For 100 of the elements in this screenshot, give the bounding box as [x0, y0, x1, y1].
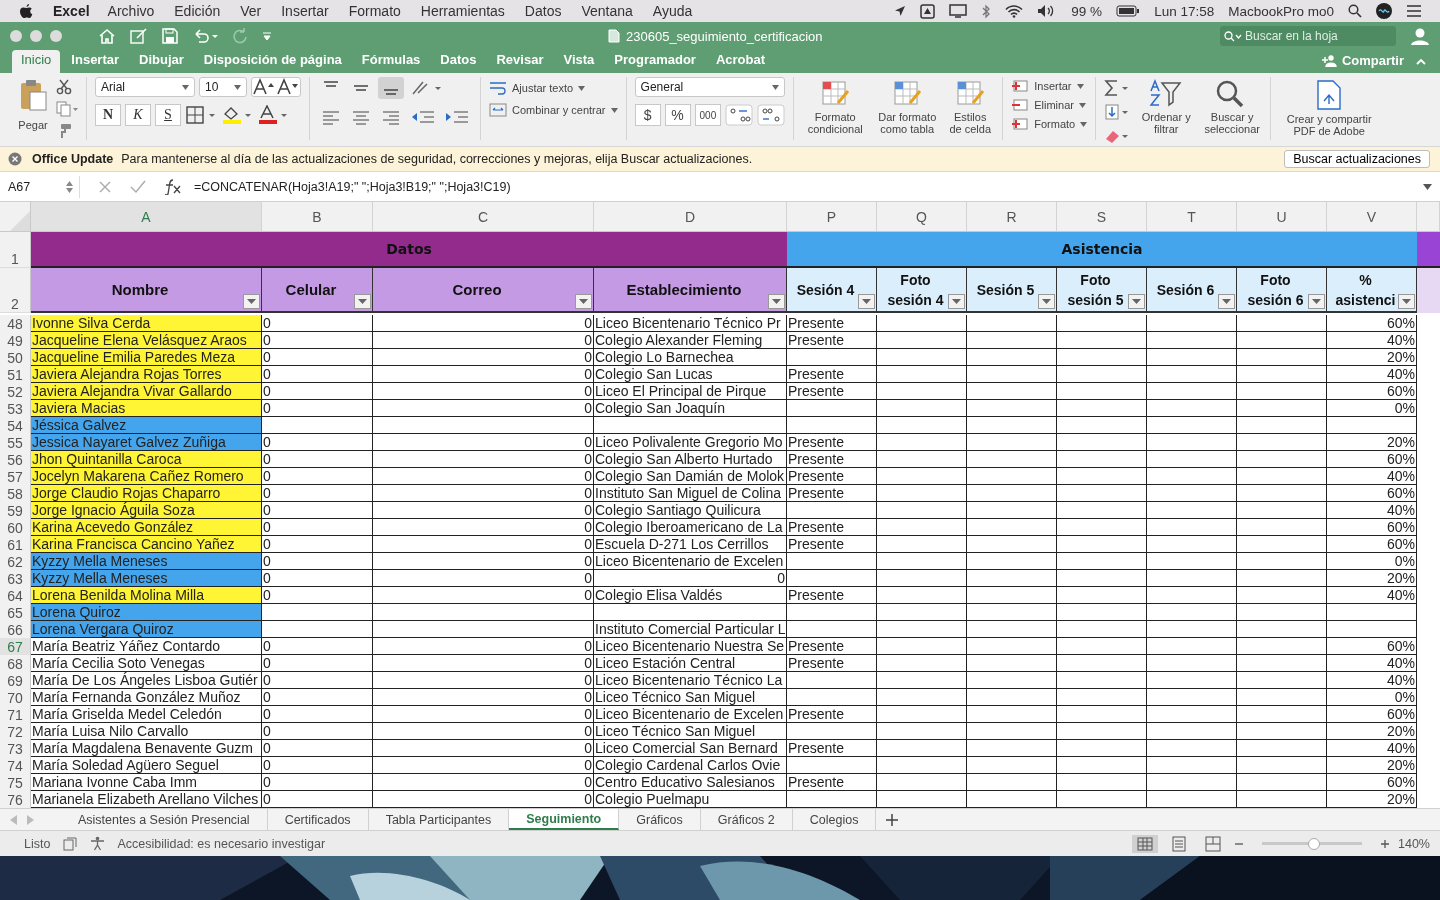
add-sheet-icon[interactable]: [886, 813, 899, 826]
number-format-button[interactable]: $: [634, 104, 661, 126]
font-size-field[interactable]: 10: [199, 77, 247, 97]
column-header[interactable]: B: [262, 202, 373, 231]
row-header[interactable]: 75: [0, 774, 31, 791]
expand-icon[interactable]: [1423, 183, 1432, 190]
menu-bar-clock[interactable]: Lun 17:58: [1154, 3, 1215, 19]
app-menu[interactable]: Excel: [53, 3, 90, 19]
row-header[interactable]: 65: [0, 604, 31, 621]
menu-item[interactable]: Archivo: [107, 3, 155, 19]
paste-button[interactable]: Pegar: [16, 77, 50, 133]
wifi-icon[interactable]: [1005, 4, 1024, 18]
filter-dropdown-icon[interactable]: [858, 294, 875, 309]
align-bottom-icon[interactable]: [378, 77, 404, 99]
font-style-button[interactable]: S: [155, 104, 181, 126]
battery-icon[interactable]: [1116, 5, 1141, 17]
row-header[interactable]: 51: [0, 366, 31, 383]
sort-filter-button[interactable]: Ordenar y filtrar: [1136, 77, 1197, 137]
row-header[interactable]: 52: [0, 383, 31, 400]
row-header[interactable]: 1: [0, 232, 31, 268]
row-header[interactable]: 54: [0, 417, 31, 434]
close-icon[interactable]: [8, 152, 22, 166]
edit-icon[interactable]: [130, 28, 148, 44]
row-header[interactable]: 56: [0, 451, 31, 468]
cells-button[interactable]: Formato: [1011, 117, 1088, 131]
column-header[interactable]: C: [373, 202, 594, 231]
column-header[interactable]: P: [787, 202, 877, 231]
row-header[interactable]: 55: [0, 434, 31, 451]
menu-item[interactable]: Edición: [174, 3, 221, 19]
home-icon[interactable]: [98, 28, 116, 44]
row-header[interactable]: 48: [0, 315, 31, 332]
filter-dropdown-icon[interactable]: [768, 294, 785, 309]
copy-icon[interactable]: [56, 101, 78, 117]
fill-color-icon[interactable]: [221, 105, 253, 125]
filter-dropdown-icon[interactable]: [1128, 294, 1145, 309]
ribbon-tab[interactable]: Inicio: [12, 50, 61, 73]
row-header[interactable]: 53: [0, 400, 31, 417]
filter-dropdown-icon[interactable]: [1398, 294, 1415, 309]
menu-item[interactable]: Datos: [524, 3, 562, 19]
user-name[interactable]: MacbookPro mo0: [1228, 3, 1334, 19]
name-box[interactable]: A67: [8, 175, 80, 198]
styles-button[interactable]: Dar formato como tabla: [874, 77, 941, 137]
row-header[interactable]: 74: [0, 757, 31, 774]
column-header[interactable]: U: [1237, 202, 1327, 231]
menu-item[interactable]: Ver: [240, 3, 262, 19]
column-header[interactable]: T: [1147, 202, 1237, 231]
normal-view-icon[interactable]: [1132, 834, 1158, 853]
increase-decimal-icon[interactable]: [725, 104, 754, 126]
row-header[interactable]: 64: [0, 587, 31, 604]
menu-item[interactable]: Herramientas: [420, 3, 505, 19]
menu-item[interactable]: Ventana: [581, 3, 633, 19]
menu-item[interactable]: Formato: [348, 3, 401, 19]
check-icon[interactable]: [130, 179, 146, 194]
wrap-text-button[interactable]: Ajustar texto: [489, 81, 586, 95]
row-header[interactable]: 63: [0, 570, 31, 587]
row-header[interactable]: 2: [0, 268, 31, 313]
search-icon[interactable]: [1348, 4, 1362, 18]
zoom-in-icon[interactable]: [1380, 838, 1390, 849]
undo-icon[interactable]: [192, 28, 218, 44]
number-format-button[interactable]: 000: [694, 104, 722, 126]
column-header[interactable]: Q: [877, 202, 967, 231]
font-style-button[interactable]: K: [125, 104, 151, 126]
list-icon[interactable]: [1406, 5, 1422, 17]
row-header[interactable]: 50: [0, 349, 31, 366]
menu-item[interactable]: Insertar: [281, 3, 329, 19]
filter-dropdown-icon[interactable]: [354, 294, 371, 309]
find-select-button[interactable]: Buscar y seleccionar: [1202, 77, 1263, 137]
menu-item[interactable]: Ayuda: [652, 3, 693, 19]
fill-down-icon[interactable]: [1104, 103, 1131, 121]
row-header[interactable]: 58: [0, 485, 31, 502]
close-button[interactable]: [10, 30, 22, 42]
accessibility-icon[interactable]: [90, 836, 106, 851]
filter-dropdown-icon[interactable]: [575, 294, 592, 309]
row-header[interactable]: 60: [0, 519, 31, 536]
row-header[interactable]: 61: [0, 536, 31, 553]
row-header[interactable]: 72: [0, 723, 31, 740]
save-icon[interactable]: [162, 28, 178, 44]
row-header[interactable]: 66: [0, 621, 31, 638]
filter-dropdown-icon[interactable]: [1218, 294, 1235, 309]
font-name-field[interactable]: Arial: [95, 77, 195, 97]
filter-dropdown-icon[interactable]: [948, 294, 965, 309]
column-header[interactable]: A: [31, 202, 262, 231]
merge-center-button[interactable]: Combinar y centrar: [489, 103, 618, 117]
cells-button[interactable]: Eliminar: [1011, 98, 1086, 112]
row-header[interactable]: 62: [0, 553, 31, 570]
row-header[interactable]: 70: [0, 689, 31, 706]
font-style-button[interactable]: N: [95, 104, 121, 126]
bluetooth-icon[interactable]: [981, 3, 992, 19]
check-updates-button[interactable]: Buscar actualizaciones: [1284, 150, 1430, 168]
increase-font-size-icon[interactable]: [252, 78, 276, 96]
create-pdf-button[interactable]: Crear y compartir PDF de Adobe: [1279, 77, 1380, 139]
filter-dropdown-icon[interactable]: [1308, 294, 1325, 309]
autosum-icon[interactable]: [1104, 79, 1131, 97]
column-header[interactable]: R: [967, 202, 1057, 231]
cells-button[interactable]: Insertar: [1011, 79, 1084, 93]
decrease-decimal-icon[interactable]: [757, 104, 786, 126]
row-header[interactable]: 57: [0, 468, 31, 485]
row-header[interactable]: 69: [0, 672, 31, 689]
location-arrow-icon[interactable]: [894, 5, 907, 17]
filter-dropdown-icon[interactable]: [1038, 294, 1055, 309]
